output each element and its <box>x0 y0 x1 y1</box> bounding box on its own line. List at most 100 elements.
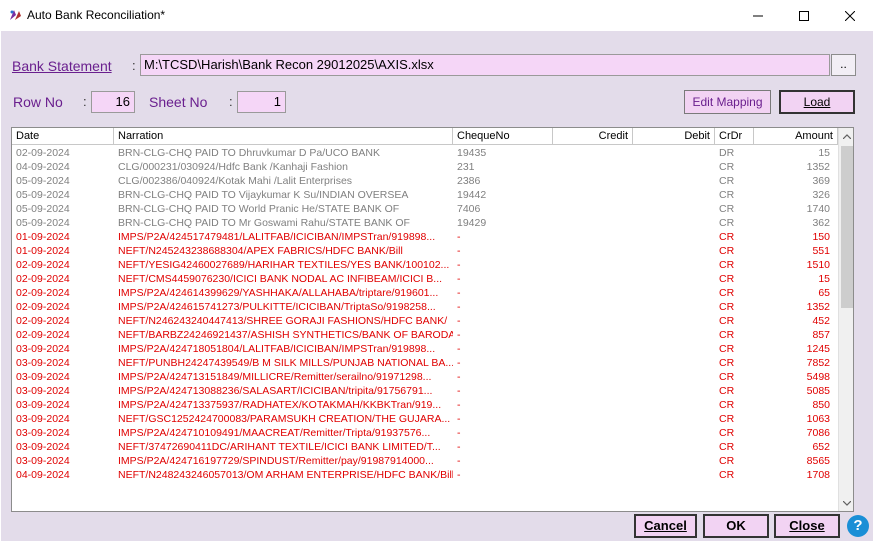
column-header-narration[interactable]: Narration <box>114 128 453 145</box>
cell-narration: IMPS/P2A/424713375937/RADHATEX/KOTAKMAH/… <box>118 399 442 411</box>
cell-narration: BRN-CLG-CHQ PAID TO Dhruvkumar D Pa/UCO … <box>118 147 380 159</box>
bank-statement-path-field[interactable]: M:\TCSD\Harish\Bank Recon 29012025\AXIS.… <box>140 54 830 76</box>
cell-crdr: CR <box>719 203 735 215</box>
scrollbar-thumb[interactable] <box>841 146 853 308</box>
table-row[interactable]: 03-09-2024 IMPS/P2A/424713375937/RADHATEX… <box>12 398 838 412</box>
sheet-no-field[interactable]: 1 <box>237 91 286 113</box>
cell-credit <box>553 328 633 342</box>
table-row[interactable]: 02-09-2024 NEFT/BARBZ24246921437/ASHISH S… <box>12 328 838 342</box>
cell-date: 02-09-2024 <box>16 259 70 271</box>
cell-amount: 1063 <box>806 413 830 425</box>
cell-credit <box>553 342 633 356</box>
column-header-date[interactable]: Date <box>12 128 114 145</box>
table-row[interactable]: 03-09-2024 IMPS/P2A/424713088236/SALASART… <box>12 384 838 398</box>
minimize-button[interactable] <box>735 0 781 31</box>
cell-crdr: CR <box>719 189 735 201</box>
cell-credit <box>553 398 633 412</box>
column-header-amount[interactable]: Amount <box>754 128 838 145</box>
scroll-down-arrow-icon[interactable] <box>839 495 853 511</box>
table-row[interactable]: 03-09-2024 IMPS/P2A/424716197729/SPINDUST… <box>12 454 838 468</box>
statement-grid[interactable]: Date Narration ChequeNo Credit Debit CrD… <box>11 127 854 512</box>
vertical-scrollbar[interactable] <box>838 128 853 511</box>
browse-button[interactable]: .. <box>831 54 856 76</box>
load-button[interactable]: Load <box>779 90 855 114</box>
cell-debit <box>633 440 715 454</box>
cell-credit <box>553 440 633 454</box>
table-row[interactable]: 05-09-2024 BRN-CLG-CHQ PAID TO World Pran… <box>12 202 838 216</box>
table-row[interactable]: 03-09-2024 IMPS/P2A/424713151849/MILLICRE… <box>12 370 838 384</box>
table-row[interactable]: 01-09-2024 NEFT/N245243238688304/APEX FAB… <box>12 244 838 258</box>
table-row[interactable]: 03-09-2024 IMPS/P2A/424710109491/MAACREAT… <box>12 426 838 440</box>
cell-amount: 65 <box>818 287 830 299</box>
bank-statement-label: Bank Statement <box>12 58 112 74</box>
cancel-button[interactable]: Cancel <box>634 514 697 538</box>
cell-date: 05-09-2024 <box>16 217 70 229</box>
cell-amount: 1245 <box>806 343 830 355</box>
maximize-button[interactable] <box>781 0 827 31</box>
cell-crdr: CR <box>719 357 735 369</box>
close-window-button[interactable] <box>827 0 873 31</box>
cell-cheque: - <box>457 385 461 397</box>
table-row[interactable]: 02-09-2024 NEFT/YESIG42460027689/HARIHAR … <box>12 258 838 272</box>
cell-narration: IMPS/P2A/424713151849/MILLICRE/Remitter/… <box>118 371 432 383</box>
help-icon[interactable]: ? <box>847 515 869 537</box>
cell-cheque: - <box>457 315 461 327</box>
cell-date: 03-09-2024 <box>16 371 70 383</box>
cell-debit <box>633 216 715 230</box>
close-button[interactable]: Close <box>774 514 840 538</box>
cell-narration: IMPS/P2A/424710109491/MAACREAT/Remitter/… <box>118 427 431 439</box>
table-row[interactable]: 03-09-2024 NEFT/GSC1252424700083/PARAMSUK… <box>12 412 838 426</box>
table-row[interactable]: 03-09-2024 NEFT/PUNBH24247439549/B M SILK… <box>12 356 838 370</box>
cell-narration: NEFT/GSC1252424700083/PARAMSUKH CREATION… <box>118 413 451 425</box>
cell-cheque: - <box>457 455 461 467</box>
cell-amount: 362 <box>812 217 830 229</box>
table-row[interactable]: 02-09-2024 IMPS/P2A/424615741273/PULKITTE… <box>12 300 838 314</box>
column-header-credit[interactable]: Credit <box>553 128 633 145</box>
table-row[interactable]: 04-09-2024 CLG/000231/030924/Hdfc Bank /K… <box>12 160 838 174</box>
grid-body: 02-09-2024 BRN-CLG-CHQ PAID TO Dhruvkumar… <box>12 146 838 511</box>
cell-date: 02-09-2024 <box>16 329 70 341</box>
table-row[interactable]: 02-09-2024 NEFT/N246243240447413/SHREE GO… <box>12 314 838 328</box>
cell-crdr: CR <box>719 259 735 271</box>
cell-crdr: CR <box>719 217 735 229</box>
edit-mapping-button[interactable]: Edit Mapping <box>684 90 771 114</box>
cell-credit <box>553 370 633 384</box>
cell-amount: 551 <box>812 245 830 257</box>
cell-amount: 1352 <box>806 301 830 313</box>
cell-cheque: - <box>457 231 461 243</box>
cell-date: 05-09-2024 <box>16 189 70 201</box>
app-logo-icon <box>8 8 22 22</box>
table-row[interactable]: 02-09-2024 IMPS/P2A/424614399629/YASHHAKA… <box>12 286 838 300</box>
table-row[interactable]: 05-09-2024 BRN-CLG-CHQ PAID TO Vijaykumar… <box>12 188 838 202</box>
row-no-field[interactable]: 16 <box>91 91 135 113</box>
table-row[interactable]: 03-09-2024 IMPS/P2A/424718051804/LALITFAB… <box>12 342 838 356</box>
ok-button[interactable]: OK <box>703 514 769 538</box>
close-button-label: Close <box>789 518 825 533</box>
cell-cheque: - <box>457 245 461 257</box>
cell-narration: CLG/000231/030924/Hdfc Bank /Kanhaji Fas… <box>118 161 348 173</box>
table-row[interactable]: 03-09-2024 NEFT/37472690411DC/ARIHANT TEX… <box>12 440 838 454</box>
column-header-crdr[interactable]: CrDr <box>715 128 754 145</box>
table-row[interactable]: 02-09-2024 BRN-CLG-CHQ PAID TO Dhruvkumar… <box>12 146 838 160</box>
cell-crdr: CR <box>719 427 735 439</box>
table-row[interactable]: 02-09-2024 NEFT/CMS4459076230/ICICI BANK … <box>12 272 838 286</box>
cell-date: 05-09-2024 <box>16 203 70 215</box>
cell-date: 04-09-2024 <box>16 469 70 481</box>
column-header-chequeno[interactable]: ChequeNo <box>453 128 553 145</box>
cell-cheque: - <box>457 287 461 299</box>
table-row[interactable]: 01-09-2024 IMPS/P2A/424517479481/LALITFAB… <box>12 230 838 244</box>
cell-credit <box>553 160 633 174</box>
cell-credit <box>553 230 633 244</box>
cell-narration: IMPS/P2A/424615741273/PULKITTE/ICICIBAN/… <box>118 301 436 313</box>
ok-button-label: OK <box>726 518 746 533</box>
cell-date: 01-09-2024 <box>16 231 70 243</box>
table-row[interactable]: 05-09-2024 CLG/002386/040924/Kotak Mahi /… <box>12 174 838 188</box>
scroll-up-arrow-icon[interactable] <box>839 128 853 144</box>
table-row[interactable]: 04-09-2024 NEFT/N248243246057013/OM ARHAM… <box>12 468 838 482</box>
table-row[interactable]: 05-09-2024 BRN-CLG-CHQ PAID TO Mr Goswami… <box>12 216 838 230</box>
cell-cheque: 231 <box>457 161 475 173</box>
cell-narration: NEFT/N248243246057013/OM ARHAM ENTERPRIS… <box>118 469 453 481</box>
cell-credit <box>553 258 633 272</box>
cell-debit <box>633 160 715 174</box>
column-header-debit[interactable]: Debit <box>633 128 715 145</box>
